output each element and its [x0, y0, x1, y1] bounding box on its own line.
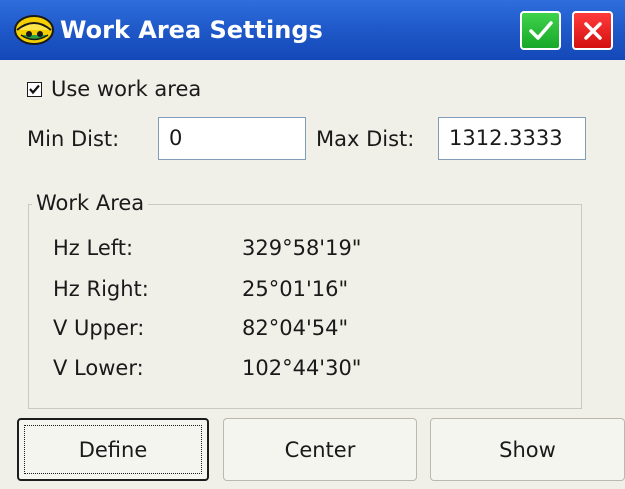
hz-right-label: Hz Right:	[53, 277, 149, 301]
center-button[interactable]: Center	[223, 418, 417, 481]
use-work-area-label: Use work area	[51, 77, 202, 101]
ok-button[interactable]	[520, 11, 561, 50]
use-work-area-checkbox[interactable]	[27, 81, 42, 97]
window-title: Work Area Settings	[60, 16, 323, 44]
min-dist-label: Min Dist:	[27, 127, 120, 151]
title-bar: Work Area Settings	[0, 0, 625, 60]
v-upper-label: V Upper:	[53, 316, 145, 340]
hz-left-label: Hz Left:	[53, 236, 134, 260]
v-lower-value: 102°44'30"	[242, 356, 362, 380]
close-icon	[582, 20, 604, 42]
surveyor-hardhat-icon	[12, 8, 56, 52]
show-button[interactable]: Show	[430, 418, 625, 481]
work-area-group-title: Work Area	[32, 191, 149, 215]
min-dist-input[interactable]: 0	[158, 117, 306, 160]
hz-right-value: 25°01'16"	[242, 277, 349, 301]
v-upper-value: 82°04'54"	[242, 316, 349, 340]
work-area-group: Work Area Hz Left: 329°58'19" Hz Right: …	[28, 191, 582, 409]
close-button[interactable]	[572, 11, 613, 50]
work-area-settings-window: Work Area Settings Use work area Min Dis…	[0, 0, 625, 489]
define-button[interactable]: Define	[17, 418, 209, 481]
dialog-content: Use work area Min Dist: 0 Max Dist: 1312…	[0, 60, 625, 489]
use-work-area-row[interactable]: Use work area	[27, 76, 201, 102]
v-lower-label: V Lower:	[53, 356, 144, 380]
max-dist-input[interactable]: 1312.3333	[438, 117, 586, 160]
checkmark-icon	[528, 19, 554, 43]
hz-left-value: 329°58'19"	[242, 236, 362, 260]
max-dist-label: Max Dist:	[316, 127, 415, 151]
